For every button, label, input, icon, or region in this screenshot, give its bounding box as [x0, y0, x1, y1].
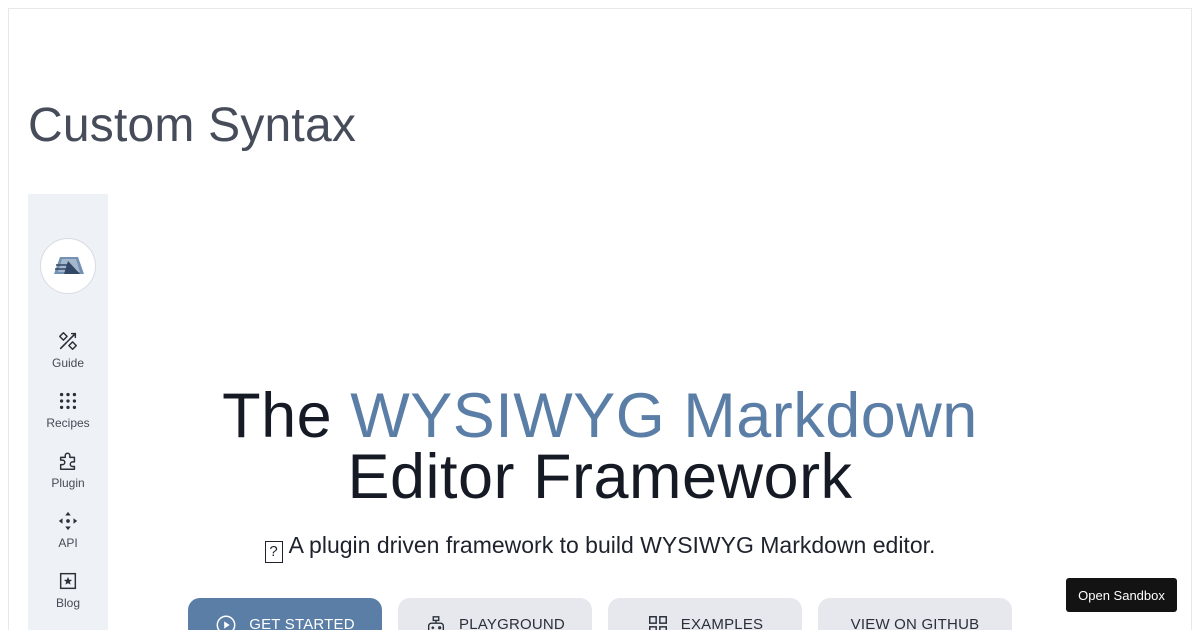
sidebar-item-recipes[interactable]: Recipes — [28, 390, 108, 442]
examples-button[interactable]: EXAMPLES — [608, 598, 802, 630]
sidebar-item-label: Recipes — [46, 416, 90, 430]
sidebar-item-blog[interactable]: Blog — [28, 570, 108, 622]
star-box-icon — [59, 572, 77, 590]
sidebar-item-guide[interactable]: Guide — [28, 330, 108, 382]
hero-tagline: ? A plugin driven framework to build WYSI… — [130, 532, 1070, 563]
sidebar: Guide Recipes Plugin API Blog — [28, 194, 108, 630]
hero-title-prefix: The — [222, 381, 333, 451]
playground-label: PLAYGROUND — [459, 616, 565, 630]
sidebar-item-label: Plugin — [51, 476, 85, 490]
gamepad-icon — [428, 616, 445, 630]
play-circle-icon — [216, 615, 236, 630]
sidebar-item-label: Guide — [51, 356, 85, 370]
move-arrows-icon — [58, 511, 78, 531]
hero-title-accent: WYSIWYG Markdown — [350, 381, 978, 451]
tools-icon — [59, 332, 77, 350]
get-started-button[interactable]: GET STARTED — [188, 598, 382, 630]
sidebar-item-api[interactable]: API — [28, 510, 108, 562]
sidebar-item-plugin[interactable]: Plugin — [28, 450, 108, 502]
puzzle-icon — [59, 452, 76, 470]
playground-button[interactable]: PLAYGROUND — [398, 598, 592, 630]
logo[interactable] — [40, 238, 96, 294]
hero-title-line1: The WYSIWYG Markdown — [130, 385, 1070, 448]
milkdown-logo-icon — [54, 257, 84, 274]
sidebar-item-label: API — [58, 536, 78, 550]
tagline-text: A plugin driven framework to build WYSIW… — [288, 532, 936, 558]
get-started-label: GET STARTED — [249, 616, 355, 630]
page-title: Custom Syntax — [28, 99, 357, 152]
sidebar-item-label: Blog — [55, 596, 81, 610]
grid-dots-icon — [59, 392, 77, 410]
emoji-placeholder-icon: ? — [264, 541, 283, 563]
open-sandbox-button[interactable]: Open Sandbox — [1066, 578, 1177, 612]
examples-label: EXAMPLES — [680, 616, 764, 630]
grid-squares-icon — [648, 616, 667, 630]
hero-title-line2: Editor Framework — [347, 442, 853, 512]
github-label: VIEW ON GITHUB — [850, 616, 980, 630]
view-on-github-button[interactable]: VIEW ON GITHUB — [818, 598, 1012, 630]
